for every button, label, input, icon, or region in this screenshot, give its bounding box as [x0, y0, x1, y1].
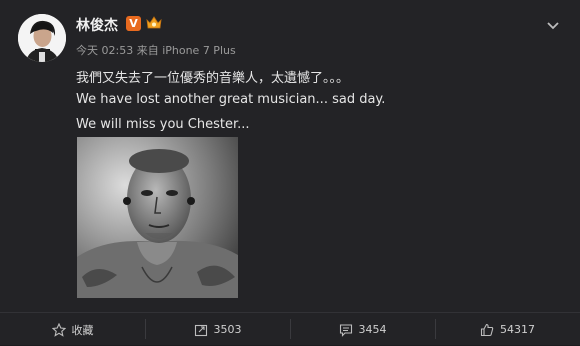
- comment-button[interactable]: 3454: [290, 313, 435, 346]
- repost-icon: [194, 324, 207, 336]
- avatar[interactable]: [18, 14, 66, 62]
- comment-count: 3454: [358, 323, 387, 336]
- post-meta: 今天 02:53 来自 iPhone 7 Plus: [76, 44, 236, 57]
- chevron-down-icon[interactable]: [546, 16, 560, 30]
- post-text-line-3: We will miss you Chester...: [76, 117, 250, 132]
- repost-count: 3503: [213, 323, 242, 336]
- like-icon: [480, 323, 494, 336]
- comment-icon: [339, 323, 352, 337]
- verified-badge-icon: V: [126, 16, 141, 31]
- post-text-line-2: We have lost another great musician... s…: [76, 92, 386, 107]
- like-count: 54317: [500, 323, 535, 336]
- vip-crown-icon: [145, 14, 163, 31]
- favorite-label: 收藏: [71, 323, 94, 337]
- post-text-line-1: 我們又失去了一位優秀的音樂人，太遺憾了。。。: [76, 71, 350, 86]
- like-button[interactable]: 54317: [435, 313, 580, 346]
- star-icon: [51, 322, 66, 337]
- weibo-post-card: 林俊杰 V 今天 02:53 来自 iPhone 7 Plus 我們又失去了一位…: [0, 0, 580, 345]
- author-name[interactable]: 林俊杰: [76, 15, 118, 35]
- action-bar: 收藏 3503 3454 54317: [0, 312, 580, 346]
- post-photo[interactable]: [77, 137, 238, 298]
- favorite-button[interactable]: 收藏: [0, 313, 145, 346]
- portrait-image: [77, 137, 238, 298]
- repost-button[interactable]: 3503: [145, 313, 290, 346]
- avatar-image: [18, 14, 66, 62]
